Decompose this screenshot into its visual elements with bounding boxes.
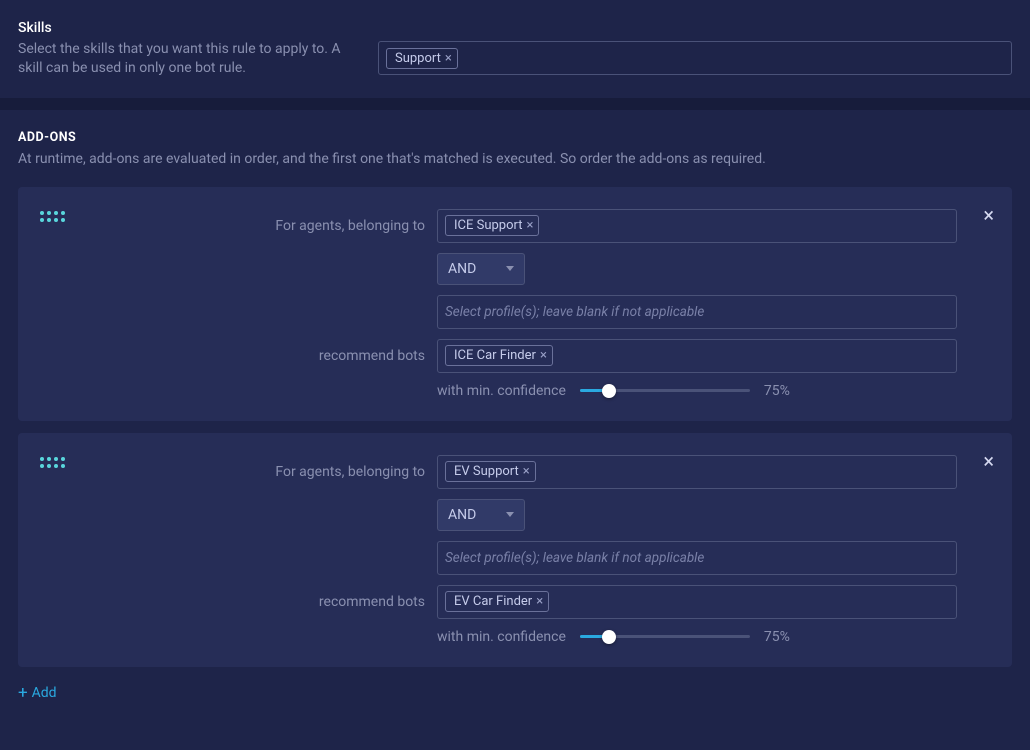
skills-tag-input[interactable]: Support × — [378, 41, 1012, 75]
confidence-row: with min. confidence 75% — [437, 629, 957, 645]
chevron-down-icon — [506, 512, 514, 517]
chevron-down-icon — [506, 266, 514, 271]
recommend-bots-label: recommend bots — [80, 594, 425, 610]
addon-card-body: For agents, belonging to EV Support × AN… — [80, 455, 982, 645]
bot-tag: EV Car Finder × — [445, 591, 549, 612]
remove-addon-button[interactable]: × — [983, 451, 994, 471]
drag-handle-icon[interactable] — [40, 455, 64, 645]
skills-input-wrap: Support × — [378, 20, 1012, 78]
add-addon-label: Add — [32, 685, 57, 701]
confidence-value: 75% — [764, 629, 790, 645]
agent-groups-input[interactable]: ICE Support × — [437, 209, 957, 243]
close-icon[interactable]: × — [445, 52, 452, 65]
confidence-slider[interactable] — [580, 635, 750, 638]
close-icon[interactable]: × — [527, 219, 534, 232]
section-divider — [0, 98, 1030, 110]
confidence-label: with min. confidence — [437, 629, 566, 645]
profiles-input[interactable]: Select profile(s); leave blank if not ap… — [437, 541, 957, 575]
agent-group-tag-label: ICE Support — [454, 218, 523, 233]
addons-description: At runtime, add-ons are evaluated in ord… — [18, 151, 1012, 167]
bot-tag-label: ICE Car Finder — [454, 348, 536, 363]
skills-header-block: Skills Select the skills that you want t… — [18, 20, 348, 78]
for-agents-label: For agents, belonging to — [80, 464, 425, 480]
addons-section: ADD-ONS At runtime, add-ons are evaluate… — [0, 110, 1030, 712]
skill-tag-label: Support — [395, 51, 441, 66]
profiles-placeholder: Select profile(s); leave blank if not ap… — [445, 550, 704, 566]
add-addon-button[interactable]: + Add — [18, 679, 57, 702]
skills-section: Skills Select the skills that you want t… — [0, 0, 1030, 98]
bot-tag: ICE Car Finder × — [445, 345, 553, 366]
skill-tag: Support × — [386, 48, 458, 69]
confidence-row: with min. confidence 75% — [437, 383, 957, 399]
bots-input[interactable]: EV Car Finder × — [437, 585, 957, 619]
profiles-placeholder: Select profile(s); leave blank if not ap… — [445, 304, 704, 320]
operator-value: AND — [448, 507, 476, 523]
recommend-bots-label: recommend bots — [80, 348, 425, 364]
addon-card-body: For agents, belonging to ICE Support × A… — [80, 209, 982, 399]
skills-description: Select the skills that you want this rul… — [18, 40, 348, 78]
for-agents-label: For agents, belonging to — [80, 218, 425, 234]
operator-select[interactable]: AND — [437, 253, 525, 285]
agent-group-tag: ICE Support × — [445, 215, 539, 236]
addon-card: For agents, belonging to EV Support × AN… — [18, 433, 1012, 667]
confidence-label: with min. confidence — [437, 383, 566, 399]
addon-card: For agents, belonging to ICE Support × A… — [18, 187, 1012, 421]
agent-group-tag-label: EV Support — [454, 464, 519, 479]
operator-select[interactable]: AND — [437, 499, 525, 531]
remove-addon-button[interactable]: × — [983, 205, 994, 225]
bot-tag-label: EV Car Finder — [454, 594, 532, 609]
bots-input[interactable]: ICE Car Finder × — [437, 339, 957, 373]
slider-thumb[interactable] — [602, 630, 616, 644]
agent-group-tag: EV Support × — [445, 461, 536, 482]
agent-groups-input[interactable]: EV Support × — [437, 455, 957, 489]
addons-title: ADD-ONS — [18, 130, 1012, 145]
plus-icon: + — [18, 685, 28, 702]
close-icon[interactable]: × — [536, 595, 543, 608]
close-icon[interactable]: × — [540, 349, 547, 362]
drag-handle-icon[interactable] — [40, 209, 64, 399]
confidence-value: 75% — [764, 383, 790, 399]
profiles-input[interactable]: Select profile(s); leave blank if not ap… — [437, 295, 957, 329]
operator-value: AND — [448, 261, 476, 277]
slider-thumb[interactable] — [602, 384, 616, 398]
confidence-slider[interactable] — [580, 389, 750, 392]
skills-title: Skills — [18, 20, 348, 36]
close-icon[interactable]: × — [523, 465, 530, 478]
